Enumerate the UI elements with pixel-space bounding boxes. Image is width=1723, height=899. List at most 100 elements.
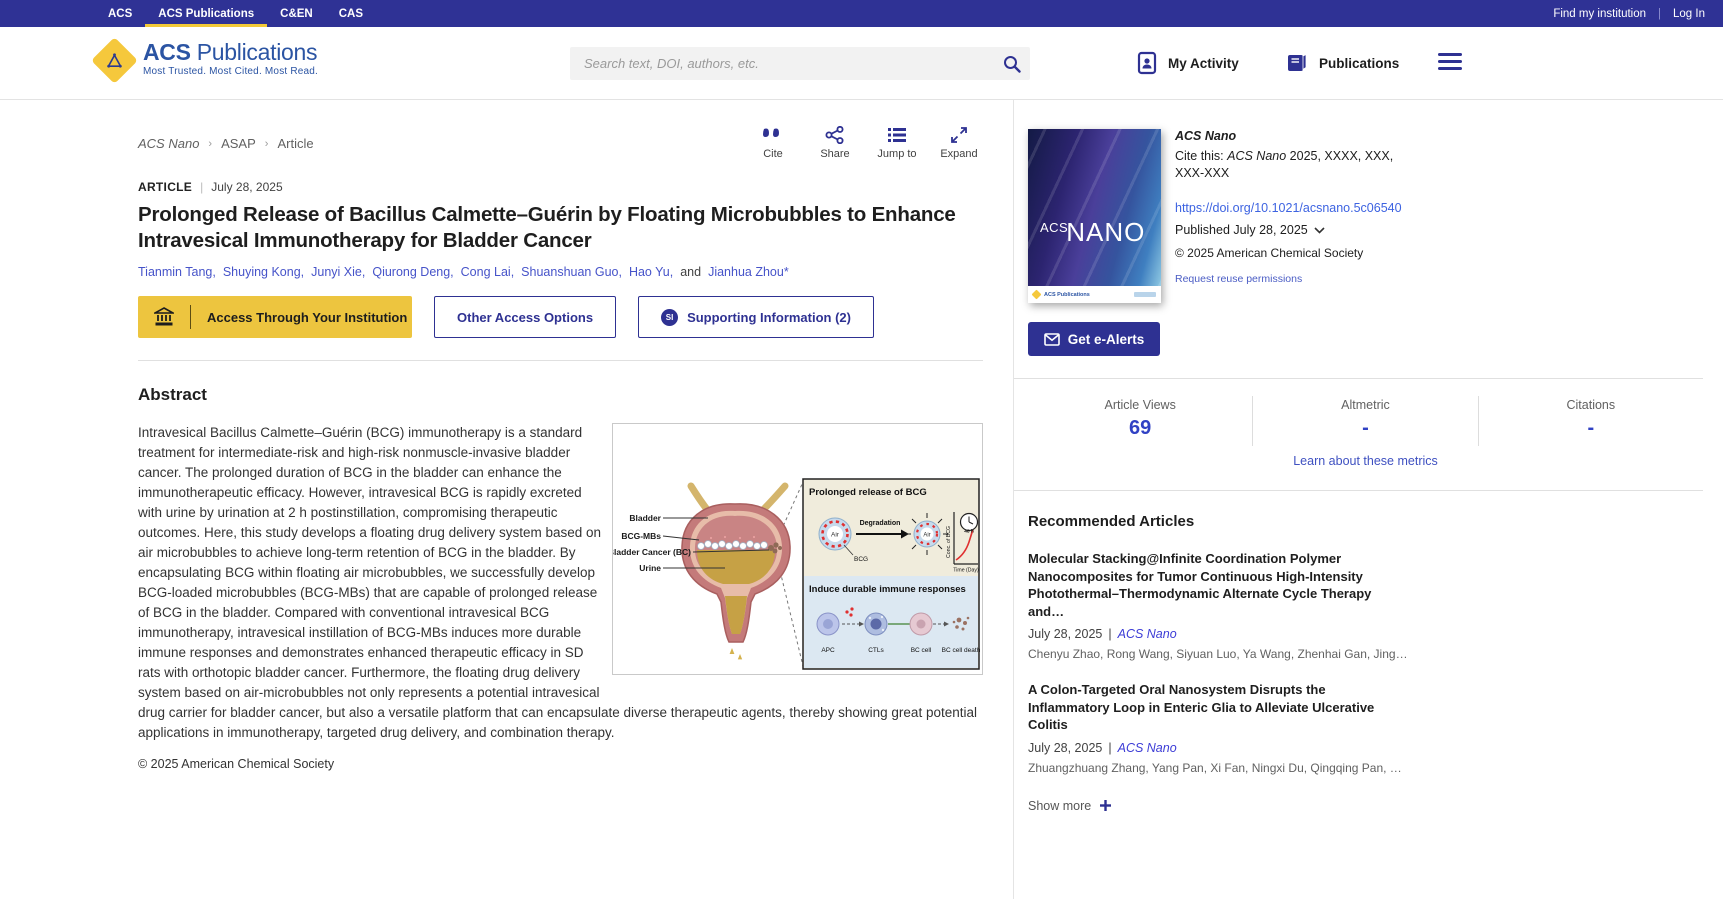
recommended-article: Molecular Stacking@Infinite Coordination… — [1028, 550, 1408, 661]
published-row: Published July 28, 2025 — [1175, 223, 1425, 237]
search-input[interactable] — [570, 56, 994, 71]
citation-block: ACSNANO ACS Publications ACS Nano Cite t… — [1028, 129, 1703, 303]
publications-label: Publications — [1319, 56, 1399, 71]
topnav-cen[interactable]: C&EN — [267, 0, 326, 27]
kicker-divider: | — [200, 180, 203, 194]
reuse-permissions-link[interactable]: Request reuse permissions — [1175, 273, 1302, 285]
author-link[interactable]: Shuying Kong, — [223, 265, 304, 279]
recommended-title-link[interactable]: Molecular Stacking@Infinite Coordination… — [1028, 550, 1408, 620]
share-label: Share — [820, 148, 849, 160]
envelope-icon — [1044, 333, 1060, 346]
author-link[interactable]: Cong Lai, — [461, 265, 515, 279]
metric-value: - — [1479, 417, 1703, 440]
metric-label: Altmetric — [1253, 398, 1477, 412]
cite-journal: ACS Nano — [1227, 149, 1286, 163]
other-access-button[interactable]: Other Access Options — [434, 296, 616, 338]
sidebar-journal-name: ACS Nano — [1175, 129, 1425, 143]
expand-arrows-icon — [950, 126, 968, 144]
expand-button[interactable]: Expand — [935, 126, 983, 160]
recommended-journal-link[interactable]: ACS Nano — [1118, 627, 1177, 641]
recommended-meta: July 28, 2025 | ACS Nano — [1028, 627, 1408, 641]
author-link[interactable]: Tianmin Tang, — [138, 265, 216, 279]
doi-link[interactable]: https://doi.org/10.1021/acsnano.5c06540 — [1175, 201, 1425, 215]
topnav-acs[interactable]: ACS — [95, 0, 145, 27]
show-more-button[interactable]: Show more — [1028, 799, 1703, 813]
breadcrumb-asap[interactable]: ASAP — [221, 136, 256, 151]
share-icon — [825, 126, 845, 144]
publications-button[interactable]: Publications — [1285, 51, 1399, 75]
figure-label: BCG-MBs — [621, 531, 661, 541]
figure-cell-label: APC — [821, 647, 835, 654]
author-link[interactable]: Qiurong Deng, — [372, 265, 453, 279]
login-link[interactable]: Log In — [1673, 8, 1705, 20]
figure-panel-title: Induce durable immune responses — [809, 584, 966, 595]
learn-metrics-link[interactable]: Learn about these metrics — [1028, 454, 1703, 468]
chevron-right-icon: › — [265, 138, 269, 150]
sidebar-divider — [1014, 490, 1703, 491]
my-activity-button[interactable]: My Activity — [1136, 51, 1239, 75]
figure-air-label: Air — [831, 532, 840, 539]
author-link[interactable]: Shuanshuan Guo, — [521, 265, 622, 279]
chevron-down-icon[interactable] — [1314, 227, 1325, 234]
jump-to-button[interactable]: Jump to — [873, 126, 921, 160]
topnav-acs-publications[interactable]: ACS Publications — [145, 0, 267, 27]
recommended-meta: July 28, 2025 | ACS Nano — [1028, 741, 1408, 755]
article-title: Prolonged Release of Bacillus Calmette–G… — [138, 202, 983, 254]
share-button[interactable]: Share — [811, 126, 859, 160]
author-list: Tianmin Tang, Shuying Kong, Junyi Xie, Qiur… — [138, 265, 983, 279]
recommended-title-link[interactable]: A Colon-Targeted Oral Nanosystem Disrupt… — [1028, 681, 1408, 734]
recommended-authors: Chenyu Zhao, Rong Wang, Siyuan Luo, Ya W… — [1028, 647, 1408, 661]
cite-button[interactable]: Cite — [749, 126, 797, 160]
metric-altmetric: Altmetric - — [1252, 396, 1477, 446]
recommended-date: July 28, 2025 — [1028, 627, 1102, 641]
abstract-heading: Abstract — [138, 385, 983, 405]
cover-footer-mark — [1134, 292, 1156, 297]
recommended-date: July 28, 2025 — [1028, 741, 1102, 755]
supporting-info-button[interactable]: SI Supporting Information (2) — [638, 296, 874, 338]
article-copyright: © 2025 American Chemical Society — [138, 743, 983, 771]
and-label: and — [680, 265, 701, 279]
access-institution-label: Access Through Your Institution — [207, 310, 407, 325]
breadcrumb-journal[interactable]: ACS Nano — [138, 136, 199, 151]
article-sidebar: ACSNANO ACS Publications ACS Nano Cite t… — [1013, 100, 1723, 899]
logo-tagline: Most Trusted. Most Cited. Most Read. — [143, 66, 318, 77]
page-content: ACS Nano › ASAP › Article Cite — [0, 100, 1723, 899]
recommended-journal-link[interactable]: ACS Nano — [1118, 741, 1177, 755]
article-actions: Cite Share — [749, 126, 983, 160]
recommended-authors: Zhuangzhuang Zhang, Yang Pan, Xi Fan, Ni… — [1028, 761, 1408, 775]
breadcrumb: ACS Nano › ASAP › Article — [138, 136, 314, 151]
chevron-right-icon: › — [208, 138, 212, 150]
abstract-section: Bladder BCG-MBs Bladder Cancer (BC) Urin… — [138, 423, 983, 771]
figure-cell-label: BC cell death — [942, 647, 981, 654]
menu-hamburger-icon[interactable] — [1438, 53, 1462, 70]
author-link[interactable]: Hao Yu, — [629, 265, 673, 279]
metric-article-views: Article Views 69 — [1028, 396, 1252, 446]
topnav-cas[interactable]: CAS — [326, 0, 376, 27]
cite-this-line: Cite this: ACS Nano 2025, XXXX, XXX, XXX… — [1175, 148, 1425, 182]
access-institution-button[interactable]: Access Through Your Institution — [138, 296, 412, 338]
other-access-label: Other Access Options — [457, 310, 593, 325]
author-link[interactable]: Junyi Xie, — [311, 265, 365, 279]
figure-label: Urine — [639, 563, 661, 573]
plus-icon — [1099, 799, 1112, 812]
acs-publications-logo[interactable]: ACS Publications Most Trusted. Most Cite… — [95, 40, 318, 77]
institution-icon — [138, 307, 190, 327]
cover-acs-text: ACS — [1040, 220, 1068, 235]
graphical-abstract-image[interactable]: Bladder BCG-MBs Bladder Cancer (BC) Urin… — [612, 423, 983, 675]
figure-label: Bladder — [629, 513, 661, 523]
journal-cover-image[interactable]: ACSNANO ACS Publications — [1028, 129, 1161, 303]
search-icon[interactable] — [994, 47, 1030, 80]
section-divider — [138, 360, 983, 361]
find-institution-link[interactable]: Find my institution — [1553, 8, 1646, 20]
get-e-alerts-button[interactable]: Get e-Alerts — [1028, 322, 1160, 356]
article-main: ACS Nano › ASAP › Article Cite — [0, 100, 1013, 899]
recommended-heading: Recommended Articles — [1028, 513, 1703, 530]
recommended-article: A Colon-Targeted Oral Nanosystem Disrupt… — [1028, 681, 1408, 775]
supporting-info-label: Supporting Information (2) — [687, 310, 851, 325]
figure-yaxis-label: Conc. of BCG — [946, 526, 952, 558]
figure-label: Bladder Cancer (BC) — [613, 547, 691, 557]
top-nav-bar: ACS ACS Publications C&EN CAS Find my in… — [0, 0, 1723, 27]
author-link[interactable]: Jianhua Zhou* — [708, 265, 789, 279]
figure-cell-label: BC cell — [911, 647, 932, 654]
metric-label: Citations — [1479, 398, 1703, 412]
